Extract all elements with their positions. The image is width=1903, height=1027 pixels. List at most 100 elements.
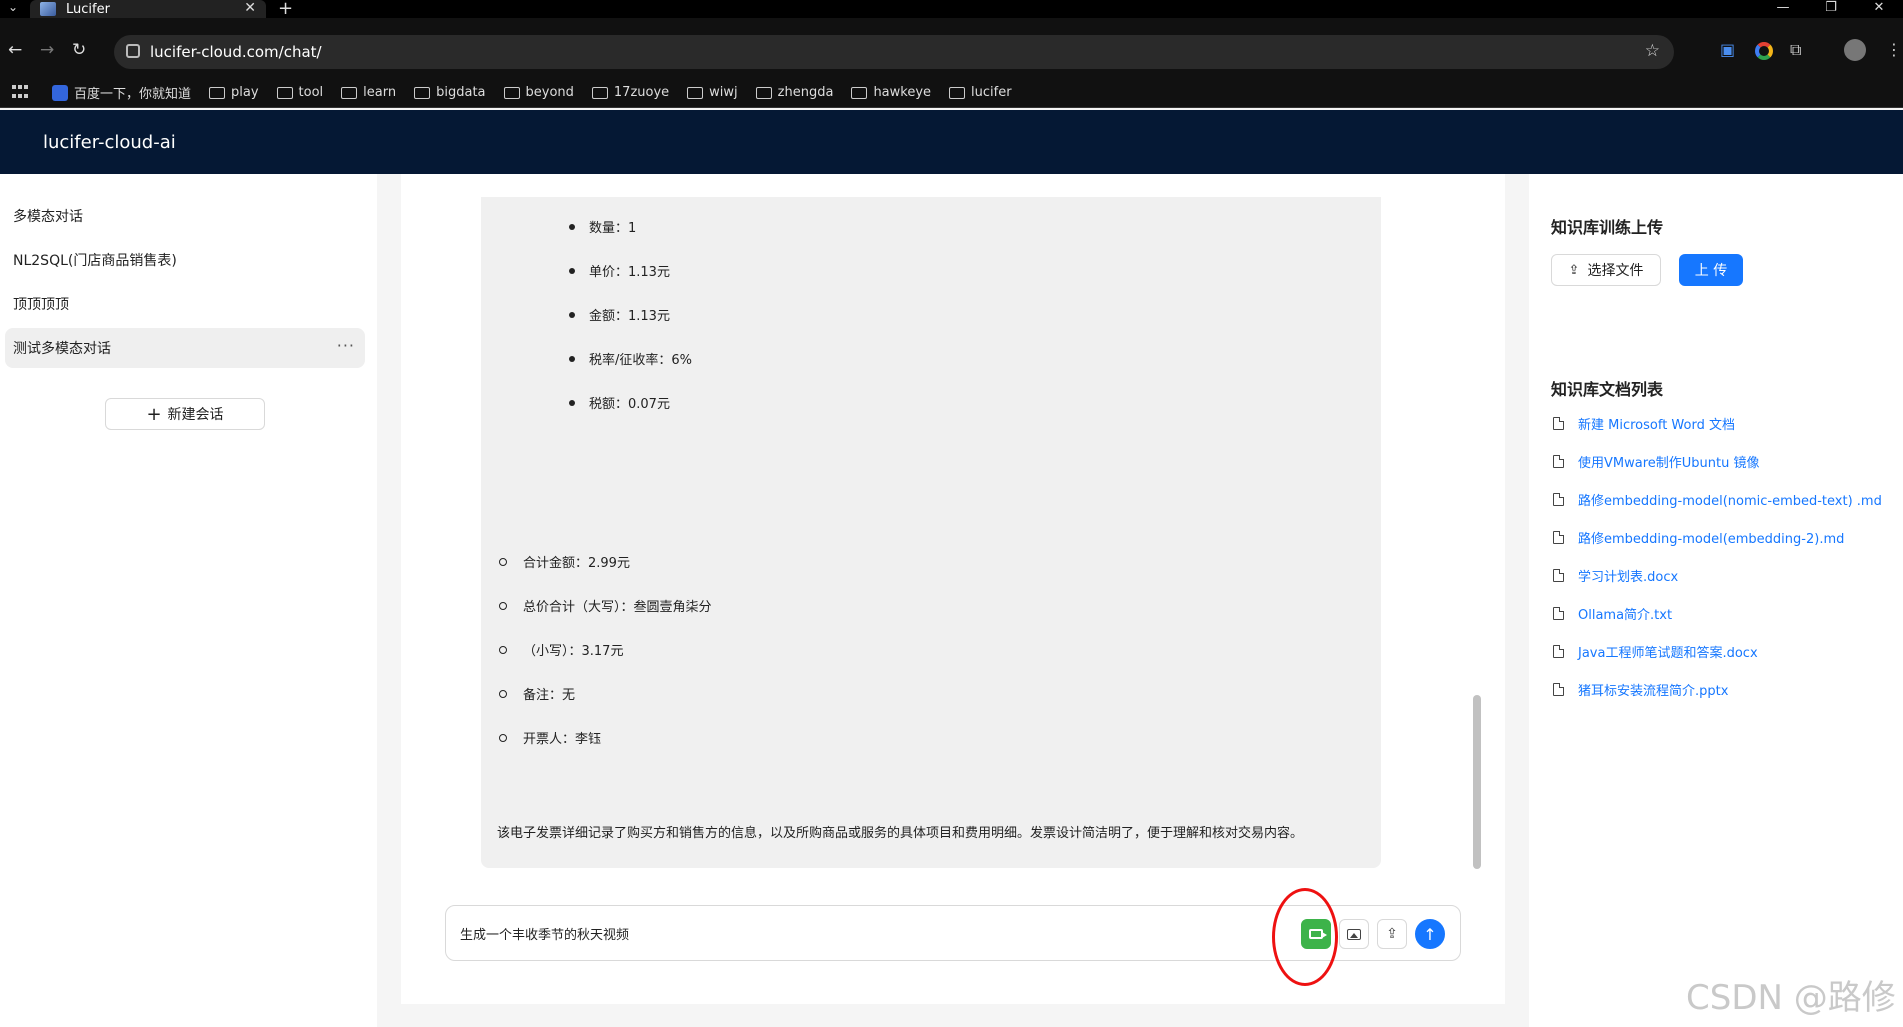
- file-icon: [1553, 645, 1564, 658]
- list-item: 税额：0.07元: [569, 393, 670, 412]
- list-item: 合计金额：2.99元: [499, 552, 630, 571]
- url-text: lucifer-cloud.com/chat/: [150, 43, 322, 61]
- folder-icon: [755, 86, 772, 99]
- doc-list-item[interactable]: 新建 Microsoft Word 文档: [1553, 414, 1735, 433]
- restore-icon[interactable]: ❐: [1807, 0, 1855, 18]
- image-icon: [1347, 928, 1361, 940]
- doc-list-item[interactable]: Ollama简介.txt: [1553, 604, 1672, 623]
- upload-button[interactable]: ⇪: [1377, 919, 1407, 949]
- folder-icon: [851, 86, 868, 99]
- folder-icon: [414, 86, 431, 99]
- file-icon: [1553, 607, 1564, 620]
- doc-list-item[interactable]: 路修embedding-model(nomic-embed-text) .md: [1553, 490, 1882, 509]
- folder-icon: [949, 86, 966, 99]
- knowledge-panel: 知识库训练上传 ⇪ 选择文件 上 传 知识库文档列表 新建 Microsoft …: [1529, 174, 1903, 1027]
- plus-icon: +: [146, 403, 162, 425]
- apps-grid-icon[interactable]: [12, 84, 30, 101]
- tab-title: Lucifer: [66, 1, 110, 17]
- tab-favicon-icon: [40, 2, 56, 16]
- list-item: 单价：1.13元: [569, 261, 670, 280]
- assistant-message: 数量：1 单价：1.13元 金额：1.13元 税率/征收率：6% 税额：0.07…: [481, 197, 1381, 868]
- chrome-extension-icon[interactable]: [1755, 42, 1773, 60]
- conversation-sidebar: 多模态对话 NL2SQL(门店商品销售表) 顶顶顶顶 测试多模态对话 ··· +…: [0, 174, 377, 1027]
- forward-arrow-icon[interactable]: →: [40, 40, 54, 60]
- doc-list-item[interactable]: 路修embedding-model(embedding-2).md: [1553, 528, 1844, 547]
- bookmark-folder-zhengda[interactable]: zhengda: [755, 85, 833, 100]
- bookmark-folder-wiwj[interactable]: wiwj: [687, 85, 738, 100]
- conversation-item[interactable]: 顶顶顶顶: [5, 284, 365, 324]
- list-item: 税率/征收率：6%: [569, 349, 692, 368]
- reload-icon[interactable]: ↻: [72, 40, 86, 60]
- annotation-circle: [1272, 888, 1338, 986]
- list-item: 开票人：李钰: [499, 728, 601, 747]
- extensions-puzzle-icon[interactable]: ⧉: [1790, 40, 1801, 60]
- list-item: 金额：1.13元: [569, 305, 670, 324]
- site-info-icon[interactable]: [126, 44, 140, 58]
- browser-menu-icon[interactable]: ⋮: [1886, 40, 1902, 59]
- doc-list-title: 知识库文档列表: [1551, 380, 1664, 399]
- bookmark-folder-play[interactable]: play: [209, 85, 259, 100]
- chat-input[interactable]: [460, 918, 1260, 948]
- file-icon: [1553, 417, 1564, 430]
- folder-icon: [687, 86, 704, 99]
- list-item: 数量：1: [569, 217, 636, 236]
- file-icon: [1553, 493, 1564, 506]
- conversation-item[interactable]: 多模态对话: [5, 196, 365, 236]
- file-icon: [1553, 531, 1564, 544]
- folder-icon: [591, 86, 608, 99]
- file-icon: [1553, 569, 1564, 582]
- upload-button[interactable]: 上 传: [1679, 254, 1743, 286]
- watermark: CSDN @路修: [1686, 978, 1896, 1018]
- list-item: 总价合计（大写）：叁圆壹角柒分: [499, 596, 712, 615]
- app-title: lucifer-cloud-ai: [43, 131, 176, 153]
- browser-tab-bar: ⌄ Lucifer ✕ + — ❐ ✕: [0, 0, 1903, 19]
- file-icon: [1553, 683, 1564, 696]
- doc-list-item[interactable]: 学习计划表.docx: [1553, 566, 1678, 585]
- bookmarks-bar: 百度一下，你就知道 play tool learn bigdata beyond…: [0, 78, 1903, 108]
- bookmark-star-icon[interactable]: ☆: [1645, 41, 1660, 61]
- profile-avatar[interactable]: [1844, 39, 1866, 61]
- new-tab-button[interactable]: +: [278, 0, 293, 19]
- message-summary: 该电子发票详细记录了购买方和销售方的信息，以及所购商品或服务的具体项目和费用明细…: [497, 826, 1304, 841]
- folder-icon: [503, 86, 520, 99]
- tab-close-icon[interactable]: ✕: [244, 0, 256, 16]
- arrow-up-icon: ↑: [1423, 924, 1437, 944]
- translate-extension-icon[interactable]: ▣: [1720, 40, 1735, 59]
- bookmark-folder-learn[interactable]: learn: [341, 85, 396, 100]
- image-button[interactable]: [1339, 919, 1369, 949]
- tab-search-chevron-icon[interactable]: ⌄: [8, 0, 18, 14]
- window-close-icon[interactable]: ✕: [1855, 0, 1903, 18]
- bookmark-baidu[interactable]: 百度一下，你就知道: [52, 83, 191, 102]
- bookmark-folder-17zuoye[interactable]: 17zuoye: [591, 85, 669, 100]
- bookmark-folder-tool[interactable]: tool: [276, 85, 323, 100]
- folder-icon: [341, 86, 358, 99]
- list-item: 备注：无: [499, 684, 575, 703]
- back-arrow-icon[interactable]: ←: [8, 40, 22, 60]
- doc-list-item[interactable]: 使用VMware制作Ubuntu 镜像: [1553, 452, 1759, 471]
- url-bar[interactable]: lucifer-cloud.com/chat/ ☆: [114, 35, 1674, 69]
- folder-icon: [209, 86, 226, 99]
- conversation-item[interactable]: NL2SQL(门店商品销售表): [5, 240, 365, 280]
- upload-icon: ⇪: [1568, 262, 1580, 278]
- file-icon: [1553, 455, 1564, 468]
- doc-list-item[interactable]: 猪耳标安装流程简介.pptx: [1553, 680, 1728, 699]
- bookmark-folder-hawkeye[interactable]: hawkeye: [851, 85, 931, 100]
- bookmark-folder-beyond[interactable]: beyond: [503, 85, 574, 100]
- send-button[interactable]: ↑: [1415, 919, 1445, 949]
- new-chat-button[interactable]: + 新建会话: [105, 398, 265, 430]
- bookmark-folder-bigdata[interactable]: bigdata: [414, 85, 486, 100]
- baidu-icon: [52, 84, 68, 101]
- doc-list-item[interactable]: Java工程师笔试题和答案.docx: [1553, 642, 1758, 661]
- upload-icon: ⇪: [1386, 926, 1398, 942]
- bookmark-folder-lucifer[interactable]: lucifer: [949, 85, 1012, 100]
- upload-section-title: 知识库训练上传: [1551, 218, 1664, 237]
- select-file-button[interactable]: ⇪ 选择文件: [1551, 254, 1661, 286]
- app-header: lucifer-cloud-ai: [0, 110, 1903, 174]
- chat-scrollbar[interactable]: [1473, 695, 1481, 869]
- minimize-icon[interactable]: —: [1759, 0, 1807, 18]
- more-options-icon[interactable]: ···: [337, 336, 355, 355]
- window-controls: — ❐ ✕: [1759, 0, 1903, 18]
- conversation-item-active[interactable]: 测试多模态对话 ···: [5, 328, 365, 368]
- browser-tab[interactable]: Lucifer ✕: [30, 0, 266, 18]
- folder-icon: [276, 86, 293, 99]
